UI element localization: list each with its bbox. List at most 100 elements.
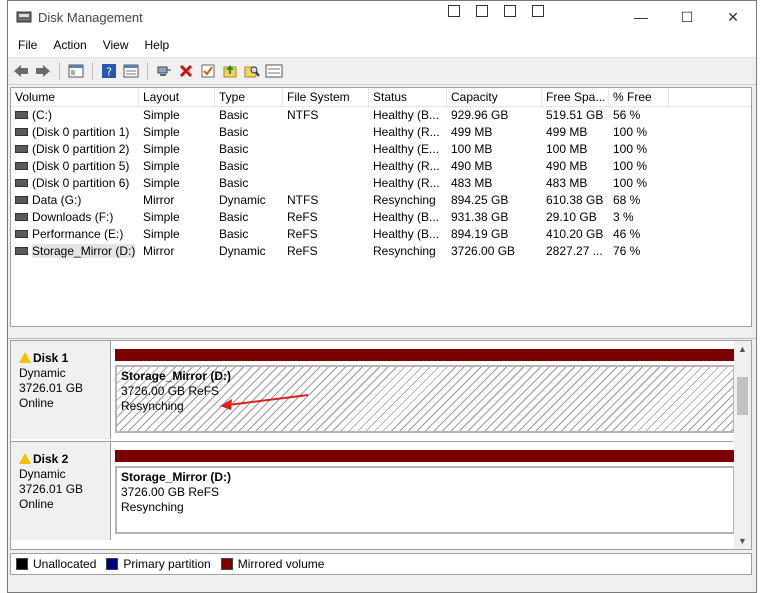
table-row[interactable]: (C:) Simple Basic NTFS Healthy (B... 929.96 G…: [11, 107, 751, 124]
table-row[interactable]: Performance (E:) Simple Basic ReFS Healthy (…: [11, 226, 751, 243]
back-arrow-icon: [14, 65, 28, 77]
column-header-percent-free[interactable]: % Free: [609, 88, 669, 106]
back-button[interactable]: [12, 62, 30, 80]
column-header-file-system[interactable]: File System: [283, 88, 369, 106]
scrollbar-thumb[interactable]: [737, 377, 748, 415]
table-cell: ReFS: [287, 244, 318, 258]
table-cell: 3726.00 GB: [451, 244, 516, 258]
table-cell: 100 %: [613, 142, 648, 156]
volume-block[interactable]: Storage_Mirror (D:) 3726.00 GB ReFS Resy…: [115, 466, 735, 534]
volume-icon: [15, 127, 28, 136]
disk-1-volume[interactable]: Storage_Mirror (D:) 3726.00 GB ReFS Resy…: [115, 349, 739, 435]
volume-size: 3726.00 GB ReFS: [121, 485, 220, 499]
volume-name: (C:): [32, 108, 52, 122]
delete-button[interactable]: [177, 62, 195, 80]
volume-list[interactable]: Volume Layout Type File System Status Ca…: [10, 87, 752, 327]
table-cell: Performance (E:): [11, 226, 139, 243]
show-hide-console-button[interactable]: [67, 62, 85, 80]
table-row[interactable]: Storage_Mirror (D:) Mirror Dynamic ReFS Resy…: [11, 243, 751, 260]
table-cell: NTFS: [287, 193, 319, 207]
table-cell: ReFS: [287, 210, 318, 224]
table-cell: Simple: [143, 142, 180, 156]
table-cell: 29.10 GB: [546, 210, 597, 224]
disk-2-volume[interactable]: Storage_Mirror (D:) 3726.00 GB ReFS Resy…: [115, 450, 739, 536]
up-folder-button[interactable]: [221, 62, 239, 80]
legend-label-mirrored-volume: Mirrored volume: [237, 557, 325, 571]
table-cell: Simple: [143, 176, 180, 190]
table-row[interactable]: (Disk 0 partition 1) Simple Basic Healthy (…: [11, 124, 751, 141]
table-cell: 894.19 GB: [451, 227, 509, 241]
volume-icon: [15, 246, 28, 255]
table-row[interactable]: (Disk 0 partition 2) Simple Basic Healthy (…: [11, 141, 751, 158]
column-header-volume[interactable]: Volume: [11, 88, 139, 106]
table-cell: Basic: [219, 142, 249, 156]
forward-button[interactable]: [34, 62, 52, 80]
volume-block-selected[interactable]: Storage_Mirror (D:) 3726.00 GB ReFS Resy…: [115, 365, 735, 433]
volume-name: Data (G:): [32, 193, 82, 207]
volume-list-header: Volume Layout Type File System Status Ca…: [11, 88, 751, 107]
table-cell: Basic: [219, 176, 249, 190]
volume-icon: [15, 161, 28, 170]
legend-label-unallocated: Unallocated: [33, 557, 97, 571]
window-icon: [448, 5, 460, 17]
column-header-capacity[interactable]: Capacity: [447, 88, 542, 106]
disk-1-label[interactable]: Disk 1 Dynamic 3726.01 GB Online: [11, 341, 111, 439]
column-header-type[interactable]: Type: [215, 88, 283, 106]
volume-icon: [15, 229, 28, 238]
export-list-button[interactable]: [265, 62, 283, 80]
scroll-up-icon[interactable]: ▲: [734, 341, 751, 357]
menu-action[interactable]: Action: [45, 38, 94, 52]
column-header-free-space[interactable]: Free Spa...: [542, 88, 609, 106]
check-button[interactable]: [199, 62, 217, 80]
search-button[interactable]: [243, 62, 261, 80]
legend-label-primary-partition: Primary partition: [123, 557, 211, 571]
folder-search-icon: [244, 66, 260, 78]
column-header-layout[interactable]: Layout: [139, 88, 215, 106]
table-cell: Healthy (R...: [373, 159, 440, 173]
table-cell: [283, 124, 369, 141]
table-cell: Simple: [143, 210, 180, 224]
pane-splitter[interactable]: [8, 328, 756, 339]
table-cell: Simple: [143, 227, 180, 241]
column-header-status[interactable]: Status: [369, 88, 447, 106]
volume-name: Storage_Mirror (D:): [121, 470, 232, 484]
volume-name: (Disk 0 partition 6): [32, 176, 130, 190]
table-cell: 929.96 GB: [451, 108, 509, 122]
help-button[interactable]: ?: [100, 62, 118, 80]
properties-view-button[interactable]: [122, 62, 140, 80]
table-cell: [283, 175, 369, 192]
red-annotation-arrow: [220, 394, 309, 410]
table-cell: Mirror: [143, 193, 175, 207]
minimize-button[interactable]: —: [618, 1, 664, 33]
table-cell: Dynamic: [219, 193, 266, 207]
close-button[interactable]: ✕: [710, 1, 756, 33]
table-row[interactable]: (Disk 0 partition 5) Simple Basic Healthy (…: [11, 158, 751, 175]
disk-2-label[interactable]: Disk 2 Dynamic 3726.01 GB Online: [11, 442, 111, 540]
volume-name: Storage_Mirror (D:): [121, 369, 232, 383]
delete-x-icon: [179, 64, 193, 78]
disk-state: Online: [19, 396, 54, 410]
disk-pane-scrollbar[interactable]: ▲ ▼: [734, 341, 751, 549]
table-cell: Resynching: [373, 244, 436, 258]
maximize-button[interactable]: ☐: [664, 1, 710, 33]
table-cell: 499 MB: [451, 125, 493, 139]
table-row[interactable]: (Disk 0 partition 6) Simple Basic Healthy (…: [11, 175, 751, 192]
table-cell: [283, 158, 369, 175]
table-row[interactable]: Data (G:) Mirror Dynamic NTFS Resynching 894.…: [11, 192, 751, 209]
table-cell: Healthy (B...: [373, 210, 440, 224]
table-cell: Basic: [219, 159, 249, 173]
table-row[interactable]: Downloads (F:) Simple Basic ReFS Healthy (B.…: [11, 209, 751, 226]
table-cell: Simple: [143, 108, 180, 122]
volume-icon: [15, 110, 28, 119]
menu-file[interactable]: File: [10, 38, 45, 52]
title-bar[interactable]: Disk Management — ☐ ✕: [8, 1, 756, 33]
connect-button[interactable]: [155, 62, 173, 80]
volume-rows: (C:) Simple Basic NTFS Healthy (B... 929.96 G…: [11, 107, 751, 260]
menu-view[interactable]: View: [95, 38, 137, 52]
menu-help[interactable]: Help: [137, 38, 178, 52]
table-cell: Resynching: [373, 193, 436, 207]
table-cell: Storage_Mirror (D:): [11, 243, 139, 260]
volume-icon: [15, 144, 28, 153]
scroll-down-icon[interactable]: ▼: [734, 533, 751, 549]
table-cell: (C:): [11, 107, 139, 124]
